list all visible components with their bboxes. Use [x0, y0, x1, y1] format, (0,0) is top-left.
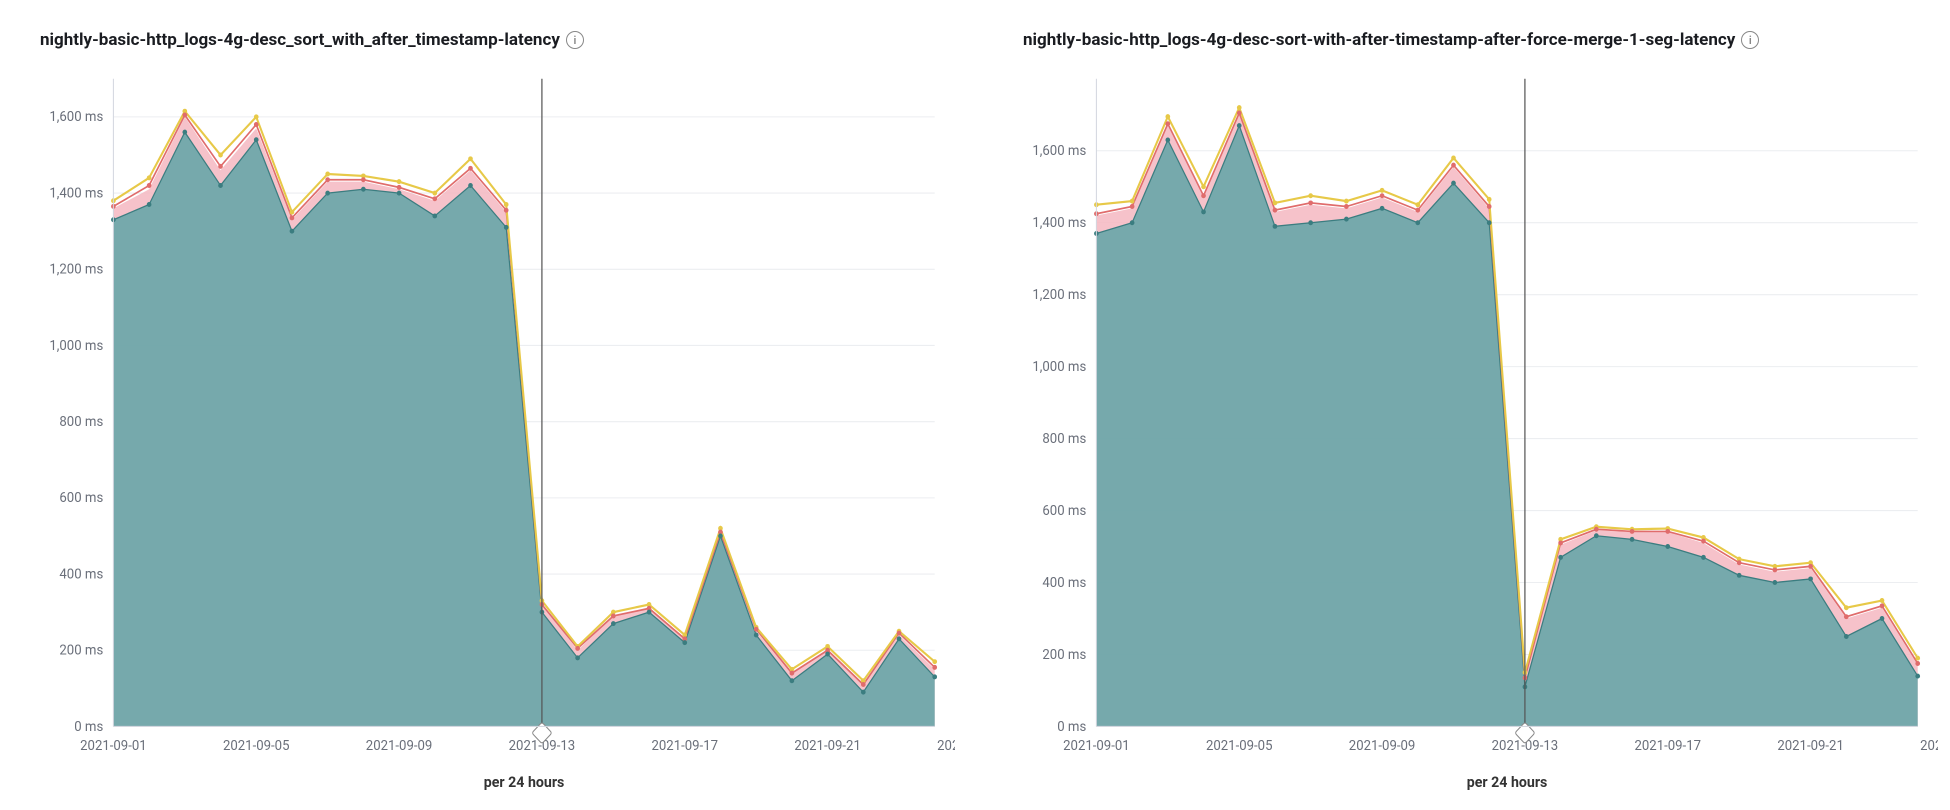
- svg-text:2021-09-01: 2021-09-01: [80, 738, 147, 754]
- svg-text:2021-09-21: 2021-09-21: [1777, 738, 1844, 754]
- svg-text:1,400 ms: 1,400 ms: [49, 185, 103, 201]
- chart-panel-right: nightly-basic-http_logs-4g-desc-sort-wit…: [995, 24, 1938, 802]
- svg-text:1,600 ms: 1,600 ms: [1032, 143, 1086, 159]
- svg-text:1,600 ms: 1,600 ms: [49, 109, 103, 125]
- svg-text:200 ms: 200 ms: [1042, 646, 1086, 662]
- svg-text:2021-09-09: 2021-09-09: [1349, 738, 1416, 754]
- chart-title: nightly-basic-http_logs-4g-desc-sort-wit…: [1023, 30, 1735, 50]
- svg-text:1,400 ms: 1,400 ms: [1032, 215, 1086, 231]
- chart-title: nightly-basic-http_logs-4g-desc_sort_wit…: [40, 30, 560, 50]
- chart-title-row: nightly-basic-http_logs-4g-desc_sort_wit…: [12, 24, 955, 68]
- svg-text:2021-09-17: 2021-09-17: [1634, 738, 1701, 754]
- svg-text:2021-09-05: 2021-09-05: [223, 738, 290, 754]
- svg-text:2021-09-09: 2021-09-09: [366, 738, 433, 754]
- svg-text:400 ms: 400 ms: [59, 566, 103, 582]
- svg-text:1,200 ms: 1,200 ms: [1032, 287, 1086, 303]
- svg-text:2021-09-01: 2021-09-01: [1063, 738, 1130, 754]
- svg-text:2021-09-17: 2021-09-17: [651, 738, 718, 754]
- chart-panel-left: nightly-basic-http_logs-4g-desc_sort_wit…: [12, 24, 955, 802]
- chart-svg: 0 ms 200 ms 400 ms 600 ms 800 ms 1,000 ms 1,20…: [995, 68, 1938, 802]
- svg-text:600 ms: 600 ms: [59, 490, 103, 506]
- svg-text:1,200 ms: 1,200 ms: [49, 261, 103, 277]
- dashboard: nightly-basic-http_logs-4g-desc_sort_wit…: [0, 0, 1950, 810]
- svg-text:0 ms: 0 ms: [1057, 718, 1086, 734]
- svg-text:400 ms: 400 ms: [1042, 574, 1086, 590]
- svg-text:2021-09-05: 2021-09-05: [1206, 738, 1273, 754]
- svg-text:800 ms: 800 ms: [1042, 431, 1086, 447]
- svg-text:per 24 hours: per 24 hours: [484, 772, 565, 791]
- svg-text:800 ms: 800 ms: [59, 414, 103, 430]
- svg-text:per 24 hours: per 24 hours: [1467, 772, 1548, 791]
- chart-area-left[interactable]: 0 ms 200 ms 400 ms 600 ms 800 ms 1,000 ms 1,20…: [12, 68, 955, 802]
- chart-title-row: nightly-basic-http_logs-4g-desc-sort-wit…: [995, 24, 1938, 68]
- svg-text:0 ms: 0 ms: [74, 718, 103, 734]
- svg-text:200 ms: 200 ms: [59, 642, 103, 658]
- chart-area-right[interactable]: 0 ms 200 ms 400 ms 600 ms 800 ms 1,000 ms 1,20…: [995, 68, 1938, 802]
- chart-svg: 0 ms 200 ms 400 ms 600 ms 800 ms 1,000 ms 1,20…: [12, 68, 955, 802]
- svg-text:2021-09-25: 2021-09-25: [1920, 738, 1938, 754]
- info-icon[interactable]: i: [566, 31, 584, 49]
- svg-text:600 ms: 600 ms: [1042, 503, 1086, 519]
- svg-text:2021-09-25: 2021-09-25: [937, 738, 955, 754]
- svg-text:1,000 ms: 1,000 ms: [1032, 359, 1086, 375]
- svg-text:2021-09-21: 2021-09-21: [794, 738, 861, 754]
- svg-text:1,000 ms: 1,000 ms: [49, 337, 103, 353]
- info-icon[interactable]: i: [1741, 31, 1759, 49]
